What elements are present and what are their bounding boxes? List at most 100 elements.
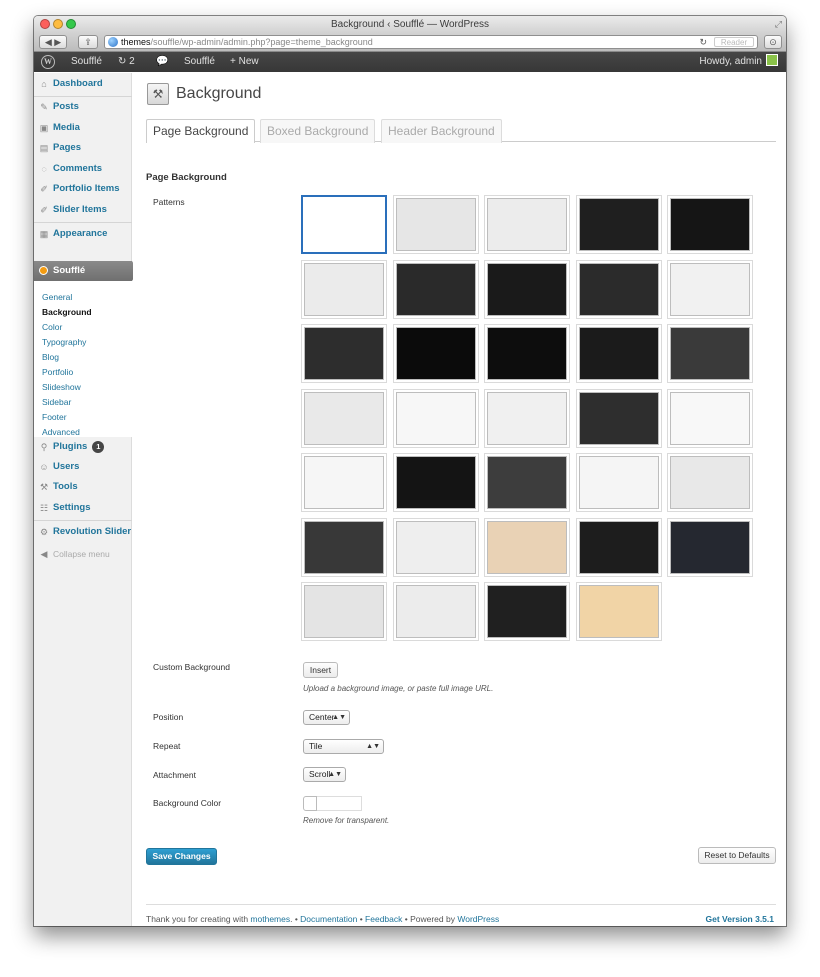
tab-boxed-background[interactable]: Boxed Background [260, 119, 376, 143]
submenu-blog[interactable]: Blog [42, 350, 59, 365]
submenu-typography[interactable]: Typography [42, 335, 86, 350]
mothemes-link[interactable]: mothemes [250, 914, 290, 924]
attachment-label: Attachment [153, 770, 196, 780]
menu-item-media[interactable]: ▣ Media [34, 118, 132, 138]
menu-item-portfolio[interactable]: ✐ Portfolio Items [34, 179, 132, 199]
pattern-swatch[interactable] [484, 517, 570, 577]
pattern-swatch[interactable] [667, 195, 753, 254]
menu-item-appearance[interactable]: ▦ Appearance [34, 224, 132, 244]
pattern-swatch[interactable] [575, 195, 662, 254]
pattern-swatch[interactable] [484, 453, 570, 512]
tab-header-background[interactable]: Header Background [381, 119, 502, 143]
submenu-sidebar[interactable]: Sidebar [42, 395, 71, 410]
pattern-swatch[interactable] [484, 324, 570, 383]
documentation-link[interactable]: Documentation [300, 914, 357, 924]
menu-item-users[interactable]: ☺ Users [34, 457, 132, 477]
menu-item-comments[interactable]: ◌ Comments [34, 159, 132, 179]
pattern-swatch[interactable] [301, 324, 387, 383]
pattern-swatch[interactable] [392, 517, 479, 577]
tab-page-background[interactable]: Page Background [146, 119, 256, 143]
repeat-select[interactable]: Tile ▲▼ [303, 739, 384, 754]
select-arrows-icon: ▲▼ [328, 771, 342, 778]
screenshot-stage: Background ‹ Soufflé — WordPress ⤢ ◀ ▶ ⇪… [0, 0, 820, 977]
my-account-link[interactable]: Howdy, admin [699, 52, 778, 72]
pattern-swatch[interactable] [484, 388, 570, 448]
pattern-swatch[interactable] [484, 195, 570, 254]
submenu-portfolio[interactable]: Portfolio [42, 365, 73, 380]
pattern-preview [304, 262, 384, 316]
pattern-swatch[interactable] [301, 517, 387, 577]
pattern-preview [395, 520, 476, 574]
menu-label: Tools [53, 481, 78, 492]
pattern-swatch[interactable] [301, 195, 387, 254]
menu-item-pages[interactable]: ▤ Pages [34, 138, 132, 158]
pattern-swatch[interactable] [301, 259, 387, 319]
pattern-swatch[interactable] [301, 582, 387, 641]
pattern-swatch[interactable] [575, 388, 662, 448]
menu-item-revolution-slider[interactable]: ⚙ Revolution Slider [34, 522, 132, 542]
pattern-swatch[interactable] [392, 453, 479, 512]
pattern-swatch[interactable] [392, 582, 479, 641]
wordpress-link[interactable]: WordPress [457, 914, 499, 924]
pattern-swatch[interactable] [575, 582, 662, 641]
color-input[interactable] [317, 796, 362, 811]
pattern-swatch[interactable] [575, 324, 662, 383]
menu-item-settings[interactable]: ☷ Settings [34, 498, 132, 518]
reset-defaults-button[interactable]: Reset to Defaults [698, 847, 776, 864]
comments-bubble-icon[interactable]: 💬 [156, 52, 168, 72]
zoom-window-button[interactable] [66, 19, 76, 29]
pattern-swatch[interactable] [667, 453, 753, 512]
menu-item-tools[interactable]: ⚒ Tools [34, 477, 132, 497]
submenu-background[interactable]: Background [42, 305, 92, 320]
share-button[interactable]: ⇪ [78, 35, 98, 49]
pattern-swatch[interactable] [301, 388, 387, 448]
site-name-link[interactable]: Soufflé [71, 52, 102, 72]
save-changes-button[interactable]: Save Changes [146, 848, 217, 865]
submenu-color[interactable]: Color [42, 320, 62, 335]
pattern-swatch[interactable] [392, 195, 479, 254]
pattern-swatch[interactable] [667, 259, 753, 319]
submenu-slideshow[interactable]: Slideshow [42, 380, 81, 395]
minimize-window-button[interactable] [53, 19, 63, 29]
updates-link[interactable]: ↻ 2 [118, 52, 135, 72]
fullscreen-icon[interactable]: ⤢ [775, 16, 782, 33]
pattern-swatch[interactable] [575, 453, 662, 512]
pattern-swatch[interactable] [392, 388, 479, 448]
submenu-general[interactable]: General [42, 290, 72, 305]
submenu-footer[interactable]: Footer [42, 410, 67, 425]
menu-item-plugins[interactable]: ⚲ Plugins 1 [34, 437, 132, 457]
get-version-link[interactable]: Get Version 3.5.1 [705, 914, 774, 924]
collapse-icon: ◀ [40, 549, 48, 559]
pattern-swatch[interactable] [667, 517, 753, 577]
attachment-select[interactable]: Scroll ▲▼ [303, 767, 346, 782]
menu-item-dashboard[interactable]: ⌂ Dashboard [34, 74, 132, 94]
address-bar[interactable]: themes/souffle/wp-admin/admin.php?page=t… [104, 35, 758, 49]
footer-divider [146, 904, 776, 905]
new-content-link[interactable]: + New [230, 52, 259, 72]
pattern-swatch[interactable] [484, 582, 570, 641]
pattern-swatch[interactable] [301, 453, 387, 512]
downloads-icon[interactable]: ⊙ [764, 35, 782, 49]
color-swatch[interactable] [303, 796, 317, 811]
pattern-swatch[interactable] [575, 517, 662, 577]
pattern-swatch[interactable] [667, 388, 753, 448]
reload-icon[interactable]: ↻ [699, 36, 707, 48]
pattern-swatch[interactable] [667, 324, 753, 383]
window-titlebar: Background ‹ Soufflé — WordPress ⤢ [34, 16, 786, 33]
wordpress-logo-icon[interactable]: W [41, 55, 55, 69]
pattern-swatch[interactable] [575, 259, 662, 319]
close-window-button[interactable] [40, 19, 50, 29]
theme-link[interactable]: Soufflé [184, 52, 215, 72]
pattern-swatch[interactable] [484, 259, 570, 319]
insert-button[interactable]: Insert [303, 662, 338, 678]
collapse-menu-button[interactable]: ◀ Collapse menu [34, 544, 132, 564]
menu-item-souffle[interactable]: Soufflé [34, 261, 138, 281]
position-select[interactable]: Center ▲▼ [303, 710, 350, 725]
pattern-swatch[interactable] [392, 259, 479, 319]
menu-item-slider[interactable]: ✐ Slider Items [34, 200, 132, 220]
feedback-link[interactable]: Feedback [365, 914, 402, 924]
menu-item-posts[interactable]: ✎ Posts [34, 97, 132, 117]
pattern-swatch[interactable] [392, 324, 479, 383]
reader-button[interactable]: Reader [714, 37, 754, 47]
back-forward-button[interactable]: ◀ ▶ [39, 35, 67, 49]
